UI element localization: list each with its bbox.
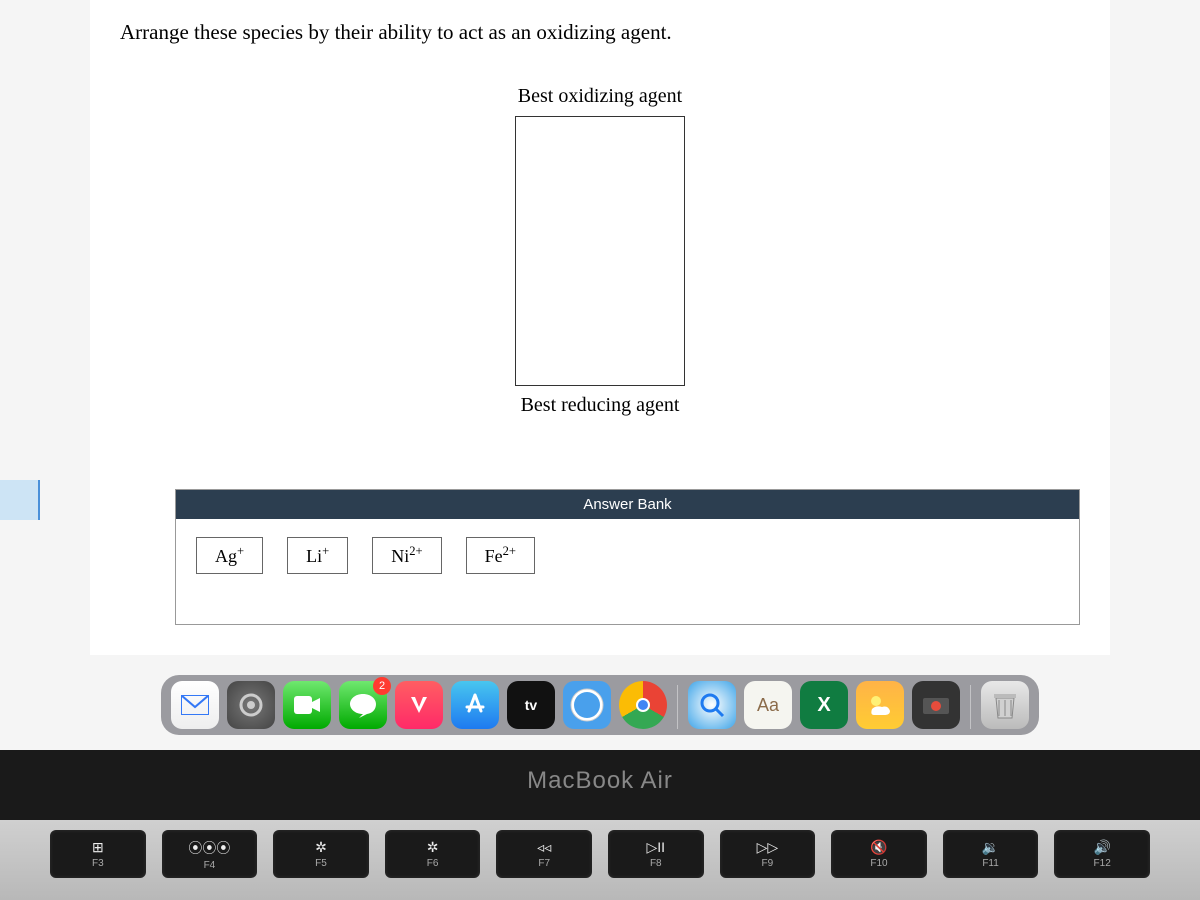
excel-label: X bbox=[817, 694, 830, 717]
key-f7[interactable]: ◃◃F7 bbox=[496, 830, 592, 878]
species-tile-ag[interactable]: Ag+ bbox=[196, 537, 263, 574]
key-f5[interactable]: ✲F5 bbox=[273, 830, 369, 878]
appletv-label: tv bbox=[525, 697, 537, 713]
facetime-icon[interactable] bbox=[283, 681, 331, 729]
dock-separator bbox=[677, 685, 678, 729]
news-icon[interactable] bbox=[395, 681, 443, 729]
messages-icon[interactable]: 2 bbox=[339, 681, 387, 729]
ranking-area: Best oxidizing agent Best reducing agent bbox=[120, 85, 1080, 417]
species-tile-fe[interactable]: Fe2+ bbox=[466, 537, 535, 574]
safari-icon[interactable] bbox=[563, 681, 611, 729]
answer-bank-header: Answer Bank bbox=[176, 490, 1079, 519]
appstore-icon[interactable] bbox=[451, 681, 499, 729]
laptop-model-label: MacBook Air bbox=[0, 767, 1200, 795]
quicklook-icon[interactable] bbox=[688, 681, 736, 729]
dock: 2 tv Aa X bbox=[161, 675, 1039, 735]
species-tile-ni[interactable]: Ni2+ bbox=[372, 537, 441, 574]
key-f12[interactable]: 🔊F12 bbox=[1054, 830, 1150, 878]
settings-icon[interactable] bbox=[227, 681, 275, 729]
key-f4[interactable]: ⦿⦿⦿F4 bbox=[162, 830, 258, 878]
key-f11[interactable]: 🔉F11 bbox=[943, 830, 1039, 878]
question-text: Arrange these species by their ability t… bbox=[120, 20, 1080, 45]
best-reducing-label: Best reducing agent bbox=[521, 394, 680, 417]
dictionary-icon[interactable]: Aa bbox=[744, 681, 792, 729]
left-window-stub bbox=[0, 480, 40, 520]
appletv-icon[interactable]: tv bbox=[507, 681, 555, 729]
answer-bank-items: Ag+ Li+ Ni2+ Fe2+ bbox=[176, 519, 1079, 624]
key-f3[interactable]: ⊞F3 bbox=[50, 830, 146, 878]
photobooth-icon[interactable] bbox=[912, 681, 960, 729]
weather-icon[interactable] bbox=[856, 681, 904, 729]
messages-badge: 2 bbox=[373, 677, 391, 695]
chrome-icon[interactable] bbox=[619, 681, 667, 729]
excel-icon[interactable]: X bbox=[800, 681, 848, 729]
species-tile-li[interactable]: Li+ bbox=[287, 537, 348, 574]
keyboard-function-row: ⊞F3 ⦿⦿⦿F4 ✲F5 ✲F6 ◃◃F7 ▷IIF8 ▷▷F9 🔇F10 🔉… bbox=[0, 820, 1200, 900]
answer-bank: Answer Bank Ag+ Li+ Ni2+ Fe2+ bbox=[175, 489, 1080, 625]
trash-icon[interactable] bbox=[981, 681, 1029, 729]
dock-wrapper: 2 tv Aa X bbox=[0, 675, 1200, 735]
dock-separator-2 bbox=[970, 685, 971, 729]
key-f9[interactable]: ▷▷F9 bbox=[720, 830, 816, 878]
key-f10[interactable]: 🔇F10 bbox=[831, 830, 927, 878]
best-oxidizing-label: Best oxidizing agent bbox=[518, 85, 682, 108]
key-f6[interactable]: ✲F6 bbox=[385, 830, 481, 878]
key-f8[interactable]: ▷IIF8 bbox=[608, 830, 704, 878]
dictionary-label: Aa bbox=[757, 695, 779, 716]
mail-icon[interactable] bbox=[171, 681, 219, 729]
question-panel: Arrange these species by their ability t… bbox=[90, 0, 1110, 655]
ranking-drop-zone[interactable] bbox=[515, 116, 685, 386]
